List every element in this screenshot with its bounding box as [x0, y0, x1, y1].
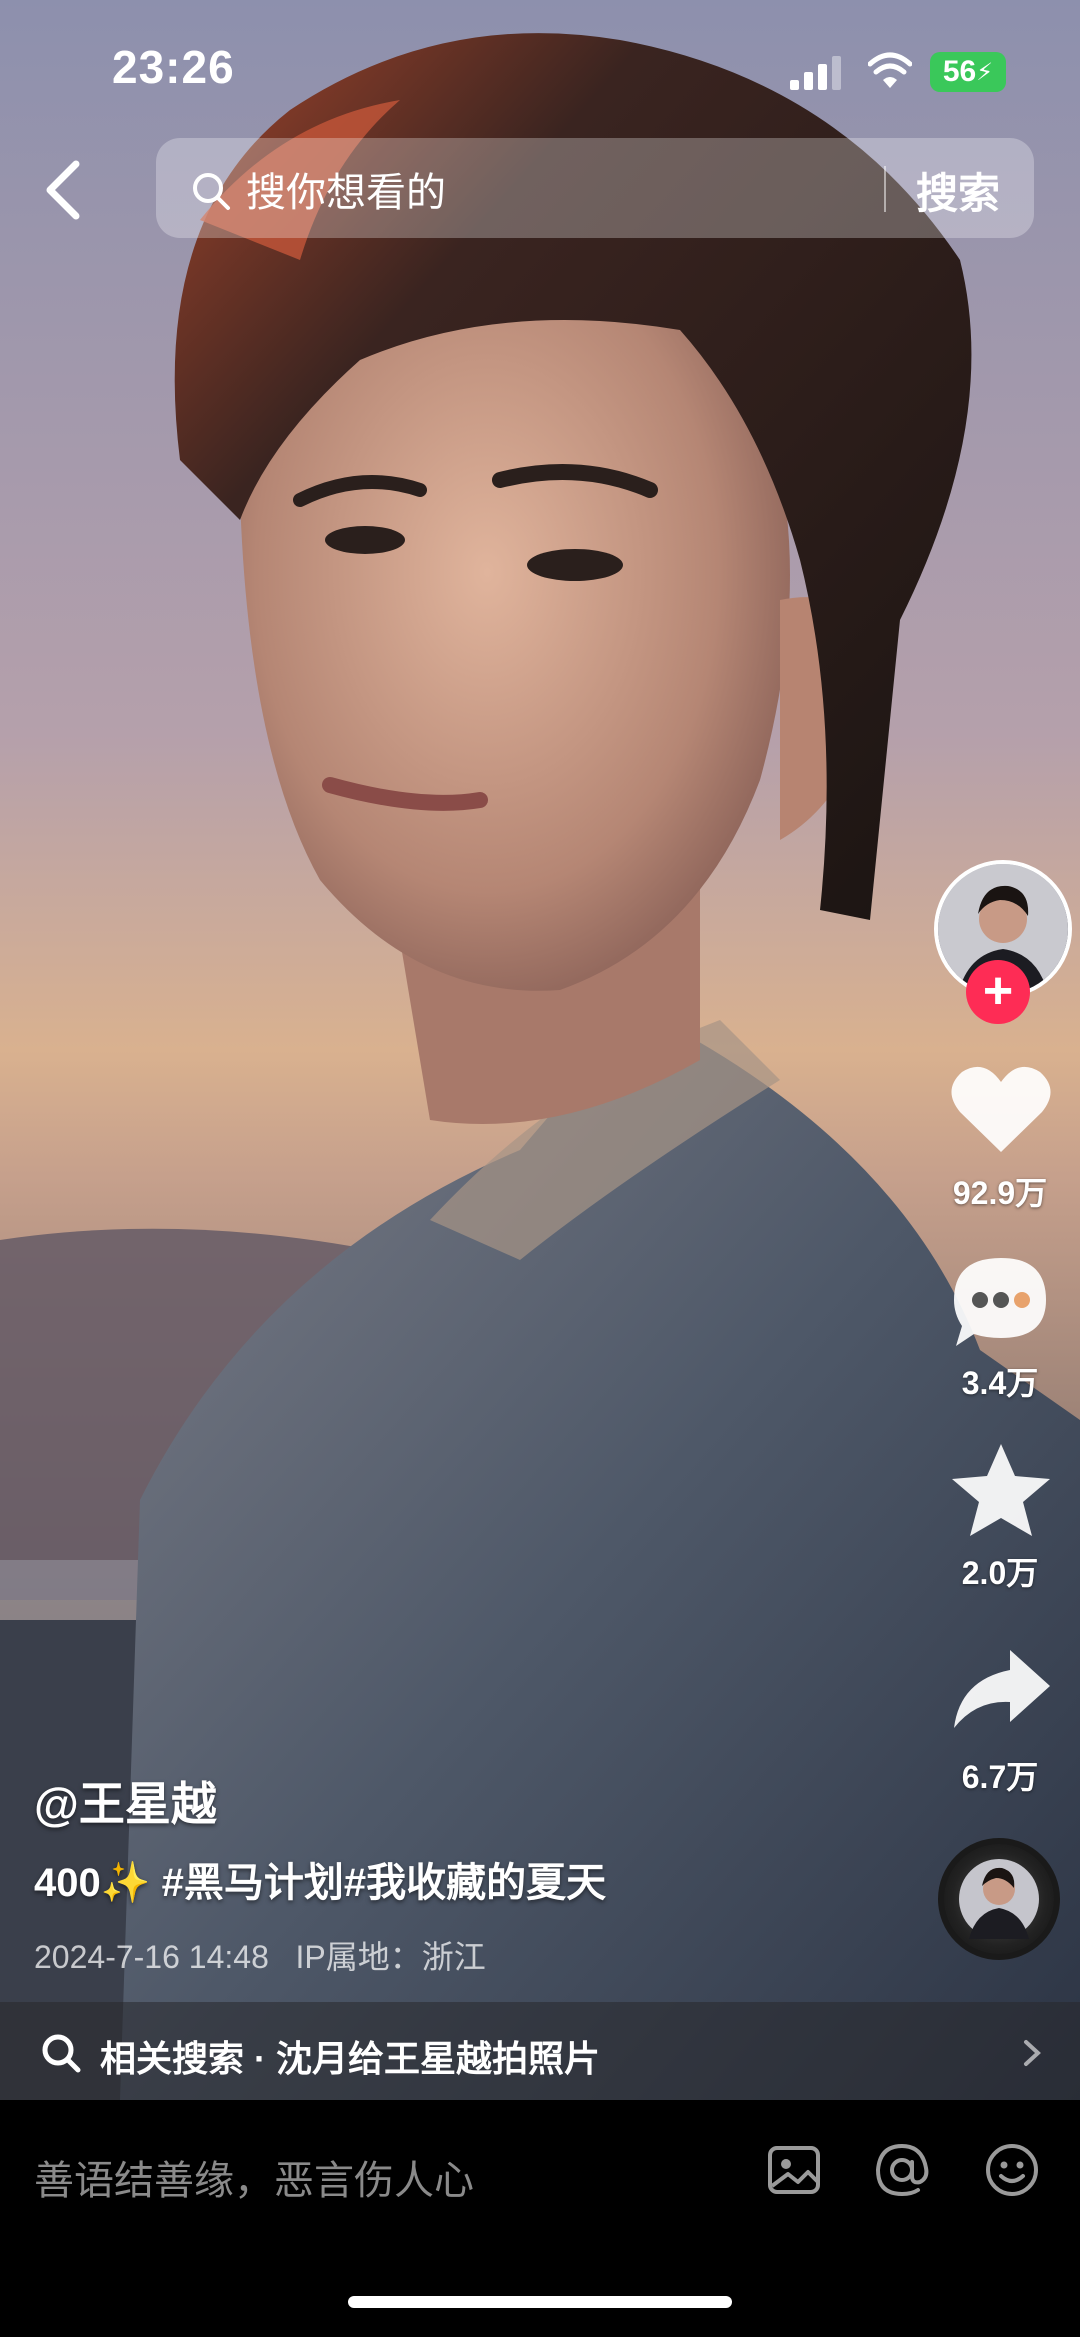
music-cover-image [959, 1859, 1039, 1939]
chevron-right-icon [1024, 2040, 1041, 2066]
comment-input[interactable]: 善语结善缘，恶言伤人心 [34, 2148, 474, 2206]
wifi-icon [868, 52, 912, 88]
charging-icon: ⚡ [976, 58, 994, 86]
author-name[interactable]: @王星越 [34, 1768, 217, 1834]
favorite-star-icon[interactable] [946, 1440, 1056, 1540]
comment-icon[interactable] [946, 1250, 1056, 1350]
share-arrow-icon[interactable] [946, 1640, 1056, 1740]
back-arrow-icon[interactable] [36, 152, 96, 228]
emoji-icon[interactable] [982, 2140, 1042, 2200]
related-search-bar[interactable]: 相关搜索 · 沈月给王星越拍照片 [0, 2002, 1080, 2102]
post-date: 2024-7-16 14:48 [34, 1939, 269, 1975]
ip-location: IP属地：浙江 [295, 1939, 486, 1975]
video-caption[interactable]: 400✨ #黑马计划#我收藏的夏天 [34, 1850, 606, 1908]
mention-at-icon[interactable] [872, 2140, 932, 2200]
image-picker-icon[interactable] [764, 2140, 824, 2200]
battery-indicator: 56 ⚡ [930, 52, 1006, 92]
related-search-icon [42, 2034, 81, 2073]
search-input[interactable]: 搜你想看的 [246, 160, 446, 218]
comment-count: 3.4万 [961, 1365, 1039, 1401]
cellular-signal-icon [790, 56, 841, 90]
like-heart-icon[interactable] [946, 1060, 1056, 1160]
follow-button[interactable]: + [966, 960, 1030, 1024]
status-time: 23:26 [112, 41, 235, 93]
favorite-count: 2.0万 [961, 1555, 1039, 1591]
like-count: 92.9万 [952, 1175, 1048, 1211]
video-meta: 2024-7-16 14:48 IP属地：浙江 [34, 1932, 486, 1978]
music-disc[interactable] [938, 1838, 1060, 1960]
search-icon [193, 173, 230, 210]
status-bar: 23:26 56 ⚡ [0, 0, 1080, 120]
search-divider [884, 166, 886, 212]
related-search-text: 相关搜索 · 沈月给王星越拍照片 [100, 2038, 600, 2079]
comment-bar: 善语结善缘，恶言伤人心 [0, 2100, 1080, 2337]
share-count: 6.7万 [961, 1759, 1039, 1795]
battery-level: 56 [942, 55, 977, 88]
home-indicator [348, 2296, 732, 2308]
search-button[interactable]: 搜索 [916, 160, 1000, 221]
